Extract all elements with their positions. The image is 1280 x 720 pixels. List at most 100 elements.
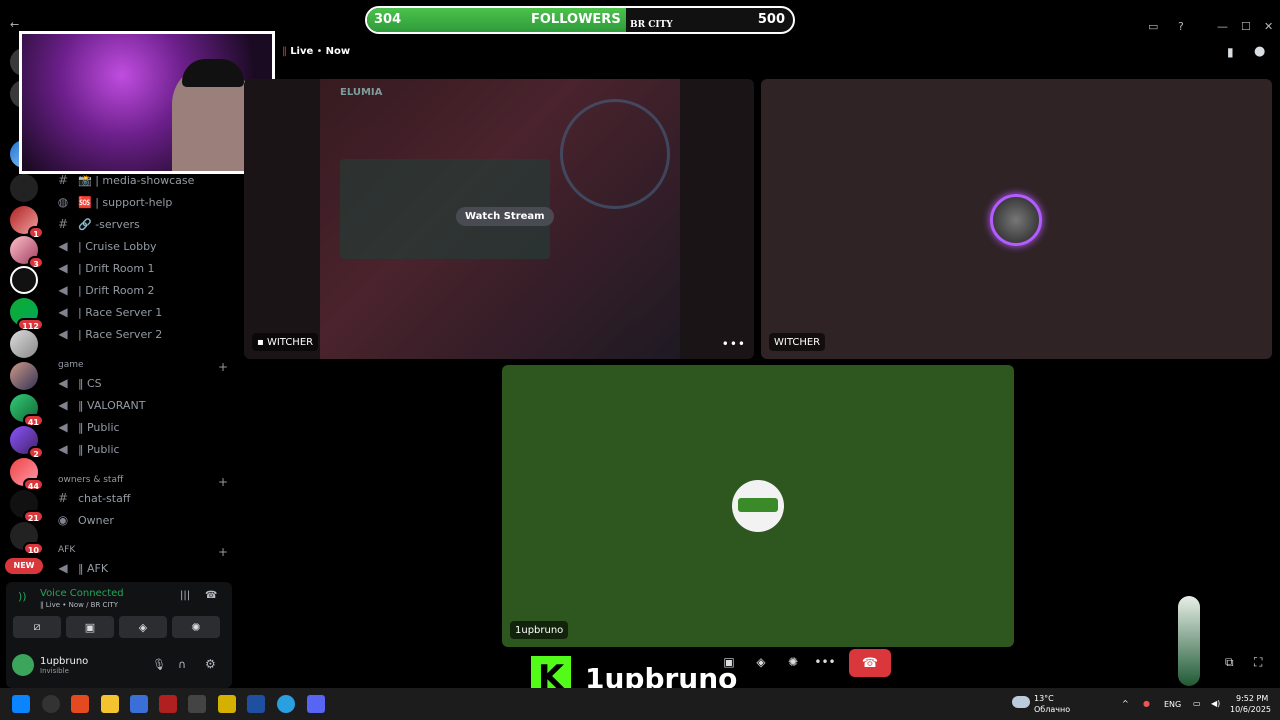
category-afk[interactable]: AFK + — [58, 545, 228, 559]
server-icon[interactable] — [10, 362, 38, 390]
windows-start-icon[interactable] — [12, 695, 30, 713]
category-game[interactable]: game + — [58, 360, 228, 374]
clock-time[interactable]: 9:52 PM — [1236, 694, 1268, 703]
headphones-icon[interactable]: ∩ — [178, 658, 186, 671]
channel-label: ‖ CS — [78, 376, 102, 390]
voice-channel-cruise-lobby[interactable]: ◀ | Cruise Lobby — [56, 236, 231, 256]
file-explorer-icon[interactable] — [101, 695, 119, 713]
server-icon[interactable]: 21 — [10, 490, 44, 523]
app-icon[interactable] — [159, 695, 177, 713]
more-options-icon[interactable]: ••• — [722, 337, 746, 351]
server-icon[interactable]: 3 — [10, 236, 44, 269]
bookmark-icon[interactable]: ▮ — [1227, 45, 1234, 59]
hash-icon: # — [57, 491, 69, 505]
channel-label: | media-showcase — [95, 173, 195, 187]
microphone-icon[interactable]: 🎙 — [152, 658, 166, 671]
voice-channel-afk[interactable]: ◀ ‖ AFK — [56, 558, 231, 578]
avatar[interactable] — [12, 654, 34, 676]
channel-label: ‖ AFK — [78, 561, 109, 575]
voice-channel-public[interactable]: ◀ ‖ Public — [56, 417, 231, 437]
clock-date[interactable]: 10/6/2025 — [1230, 705, 1271, 714]
soundboard-button[interactable]: ✺ — [172, 616, 220, 638]
screen-share-button[interactable]: ▣ — [66, 616, 114, 638]
voice-channel-race-server-1[interactable]: ◀ | Race Server 1 — [56, 302, 231, 322]
activity-button[interactable]: ◈ — [119, 616, 167, 638]
chat-bubble-icon[interactable]: ● — [1254, 44, 1265, 59]
soundboard-icon: ✺ — [787, 655, 799, 669]
add-channel-icon[interactable]: + — [218, 360, 228, 374]
category-owners-staff[interactable]: owners & staff + — [58, 475, 228, 489]
soundboard-control[interactable]: ✺ — [780, 651, 806, 673]
channel-emoji: 📸 — [78, 173, 92, 187]
gamepad-icon: ◈ — [756, 655, 766, 669]
add-channel-icon[interactable]: + — [218, 475, 228, 489]
noise-suppression-icon[interactable]: ||| — [180, 590, 190, 601]
server-icon[interactable]: 44 — [10, 458, 44, 491]
user-panel[interactable]: 1upbruno Invisible — [12, 654, 88, 676]
hash-icon: # — [57, 217, 69, 231]
vscode-icon[interactable] — [247, 695, 265, 713]
help-icon[interactable]: ? — [1178, 20, 1184, 33]
disconnect-icon[interactable]: ☎ — [205, 590, 217, 601]
server-icon[interactable] — [10, 330, 38, 358]
channel-support-help[interactable]: ◍ 🆘 | support-help — [56, 192, 231, 212]
language-indicator[interactable]: ENG — [1164, 700, 1181, 709]
network-icon[interactable]: ▭ — [1193, 699, 1201, 708]
brave-browser-icon[interactable] — [71, 695, 89, 713]
hang-up-button[interactable]: ☎ — [849, 649, 891, 677]
telegram-icon[interactable] — [277, 695, 295, 713]
participant-tag: ▪ WITCHER — [252, 333, 319, 351]
voice-channel-drift-room-2[interactable]: ◀ | Drift Room 2 — [56, 280, 231, 300]
minimize-icon[interactable]: — — [1217, 20, 1228, 33]
channel-label: | Drift Room 2 — [78, 283, 155, 297]
user-status: Invisible — [40, 666, 69, 675]
volume-icon[interactable]: ◀) — [1211, 699, 1220, 708]
server-tag: BR CITY — [630, 20, 673, 30]
voice-channel-public[interactable]: ◀ ‖ Public — [56, 439, 231, 459]
participant-tag: 1upbruno — [510, 621, 569, 639]
server-icon[interactable]: 41 — [10, 394, 44, 427]
close-icon[interactable]: ✕ — [1264, 20, 1273, 33]
voice-channel-drift-room-1[interactable]: ◀ | Drift Room 1 — [56, 258, 231, 278]
voice-channel-race-server-2[interactable]: ◀ | Race Server 2 — [56, 324, 231, 344]
popout-icon[interactable]: ⧉ — [1225, 655, 1234, 670]
tray-chevron-icon[interactable]: ^ — [1122, 699, 1129, 708]
settings-gear-icon[interactable]: ⚙ — [205, 657, 216, 671]
inbox-icon[interactable]: ▭ — [1148, 20, 1158, 33]
microphone-tray-icon[interactable]: ● — [1143, 699, 1150, 708]
channel-servers[interactable]: # 🔗 -servers — [56, 214, 231, 234]
server-icon[interactable]: 2 — [10, 426, 44, 459]
watch-stream-button[interactable]: Watch Stream — [456, 207, 554, 226]
app-icon[interactable] — [130, 695, 148, 713]
server-icon[interactable]: 1 — [10, 206, 44, 239]
server-icon[interactable] — [10, 266, 38, 294]
discord-icon[interactable] — [307, 695, 325, 713]
app-icon[interactable] — [218, 695, 236, 713]
participant-name: WITCHER — [774, 336, 821, 348]
participant-tile-1upbruno[interactable]: 1upbruno — [502, 365, 1014, 647]
voice-channel-valorant[interactable]: ◀ ‖ VALORANT — [56, 395, 231, 415]
add-channel-icon[interactable]: + — [218, 545, 228, 559]
channel-owner[interactable]: ◉ Owner — [56, 510, 231, 530]
server-icon[interactable] — [10, 174, 38, 202]
fullscreen-icon[interactable]: ⛶ — [1254, 655, 1262, 670]
maximize-icon[interactable]: ☐ — [1241, 20, 1251, 33]
camera-off-button[interactable]: ⧄ — [13, 616, 61, 638]
signal-icon: )) — [18, 590, 27, 603]
server-icon[interactable]: 112 — [10, 298, 44, 331]
activity-control[interactable]: ◈ — [748, 651, 774, 673]
voice-channel-cs[interactable]: ◀ ‖ CS — [56, 373, 231, 393]
speaker-icon: ◀ — [58, 283, 68, 297]
participant-tile-witcher[interactable]: WITCHER — [761, 79, 1272, 359]
more-control[interactable]: ••• — [812, 651, 838, 673]
app-icon[interactable] — [188, 695, 206, 713]
server-icon[interactable]: 10 — [10, 522, 44, 555]
stream-header: ‖ Live • Now — [282, 46, 350, 57]
portal-ring — [560, 99, 670, 209]
steam-icon[interactable] — [42, 695, 60, 713]
gamepad-icon: ◈ — [138, 620, 148, 634]
speaker-icon: ◀ — [58, 239, 68, 253]
channel-chat-staff[interactable]: # chat-staff — [56, 488, 231, 508]
stream-tile-witcher[interactable]: ELUMIA Watch Stream ▪ WITCHER ••• — [244, 79, 754, 359]
weather-cloud-icon — [1012, 696, 1030, 708]
